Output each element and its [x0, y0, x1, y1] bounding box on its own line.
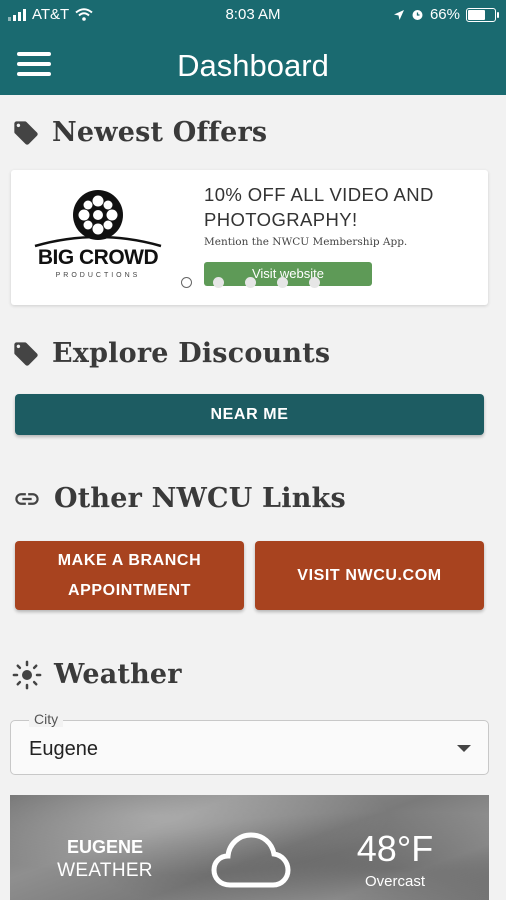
section-title-text: Newest Offers — [52, 117, 268, 148]
battery-percent: 66% — [429, 6, 460, 23]
carousel-dot[interactable] — [245, 277, 256, 288]
other-links-heading: Other NWCU Links — [12, 483, 346, 514]
city-label: City — [29, 711, 64, 727]
weather-label: WEATHER — [57, 860, 153, 881]
app-bar: Dashboard — [0, 30, 506, 95]
cloud-icon — [211, 832, 291, 888]
make-branch-appointment-button[interactable]: MAKE A BRANCH APPOINTMENT — [15, 541, 244, 610]
carousel-dot[interactable] — [181, 277, 192, 288]
newest-offers-heading: Newest Offers — [12, 117, 267, 148]
brand-subtitle: PRODUCTIONS — [55, 272, 141, 279]
city-value: Eugene — [29, 738, 98, 760]
city-select[interactable]: City Eugene — [10, 711, 489, 775]
link-icon — [15, 492, 39, 505]
weather-city: EUGENE — [66, 837, 144, 857]
weather-heading: Weather — [12, 659, 182, 690]
brand-name: BIG CROWD — [37, 246, 159, 269]
offer-card[interactable]: BIG CROWD PRODUCTIONS 10% OFF ALL VIDEO … — [11, 170, 488, 305]
page-title: Dashboard — [177, 48, 329, 83]
section-title-text: Weather — [54, 659, 182, 690]
carousel-dot[interactable] — [213, 277, 224, 288]
visit-nwcu-button[interactable]: VISIT NWCU.COM — [255, 541, 484, 610]
alarm-icon — [412, 10, 423, 20]
sun-icon — [12, 660, 42, 689]
tag-icon — [14, 341, 38, 366]
weather-temperature: 48°F — [356, 828, 434, 869]
big-crowd-logo: BIG CROWD PRODUCTIONS — [33, 188, 163, 288]
carousel-dot[interactable] — [309, 277, 320, 288]
near-me-button[interactable]: NEAR ME — [15, 394, 484, 435]
film-reel-icon — [34, 190, 162, 248]
explore-discounts-heading: Explore Discounts — [12, 338, 330, 369]
status-right: 66% — [393, 6, 499, 23]
carousel-dot[interactable] — [277, 277, 288, 288]
weather-condition: Overcast — [364, 873, 425, 890]
tag-icon — [14, 120, 38, 145]
offer-subtext: Mention the NWCU Membership App. — [204, 236, 408, 248]
section-title-text: Explore Discounts — [52, 338, 331, 369]
chevron-down-icon[interactable] — [457, 745, 471, 752]
carousel-dots[interactable] — [181, 277, 320, 288]
location-arrow-icon — [393, 9, 404, 20]
status-bar: AT&T 8:03 AM 66% — [0, 0, 506, 30]
weather-card: EUGENE WEATHER 48°F Overcast — [10, 795, 489, 900]
battery-icon — [466, 7, 499, 22]
offer-headline: 10% OFF ALL VIDEO AND PHOTOGRAPHY! — [204, 184, 434, 230]
section-title-text: Other NWCU Links — [54, 483, 346, 514]
